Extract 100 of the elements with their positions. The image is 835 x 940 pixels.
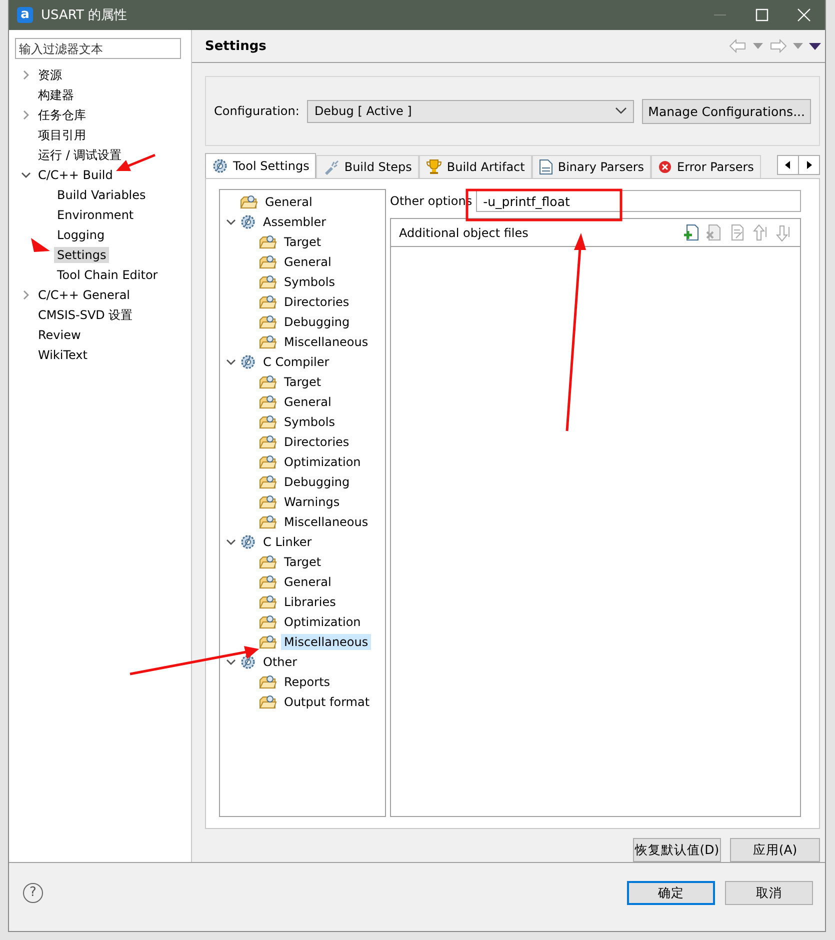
folder-icon	[259, 494, 277, 510]
nav-item[interactable]: 运行 / 调试设置	[35, 146, 125, 164]
chevron-icon[interactable]	[21, 170, 31, 180]
tab[interactable]: Build Steps	[316, 155, 419, 178]
tree-item[interactable]: Target	[281, 374, 324, 390]
tree-item[interactable]: Reports	[281, 674, 334, 690]
nav-item[interactable]: Build Variables	[54, 187, 149, 203]
tab[interactable]: Binary Parsers	[532, 155, 652, 178]
tree-item[interactable]: Miscellaneous	[281, 514, 372, 530]
dialog-button[interactable]: 取消	[725, 881, 813, 905]
tree-item[interactable]: C Compiler	[260, 354, 332, 370]
configuration-label: Configuration:	[214, 104, 300, 118]
tree-item[interactable]: Warnings	[281, 494, 343, 510]
tab[interactable]: Build Artifact	[418, 155, 532, 178]
tree-item[interactable]: Optimization	[281, 614, 364, 630]
help-icon[interactable]: ?	[23, 883, 43, 903]
folder-icon	[259, 454, 277, 470]
tab[interactable]: Error Parsers	[651, 155, 761, 178]
window-title: USART 的属性	[41, 7, 128, 24]
folder-icon	[259, 574, 277, 590]
dropdown-caret-icon[interactable]	[615, 107, 628, 115]
tree-item[interactable]: Directories	[281, 434, 352, 450]
error-icon	[658, 160, 672, 174]
menu-caret-icon[interactable]	[809, 42, 821, 50]
nav-item[interactable]: CMSIS-SVD 设置	[35, 306, 136, 324]
folder-icon	[259, 334, 277, 350]
annotation-arrowhead	[31, 238, 50, 252]
tree-item[interactable]: Libraries	[281, 594, 339, 610]
tree-item[interactable]: Debugging	[281, 314, 353, 330]
folder-icon	[259, 614, 277, 630]
tree-item[interactable]: Debugging	[281, 474, 353, 490]
nav-item[interactable]: WikiText	[35, 347, 90, 363]
nav-item[interactable]: 任务仓库	[35, 106, 89, 124]
manage-configurations-button[interactable]: Manage Configurations...	[642, 98, 811, 124]
chevron-icon[interactable]	[226, 357, 236, 367]
tree-item[interactable]: Assembler	[260, 214, 330, 230]
nav-item[interactable]: 资源	[35, 66, 65, 84]
tree-item[interactable]: Symbols	[281, 274, 338, 290]
tree-item[interactable]: C Linker	[260, 534, 315, 550]
folder-icon	[259, 674, 277, 690]
folder-icon	[259, 394, 277, 410]
maximize-icon[interactable]	[755, 8, 769, 22]
nav-item[interactable]: C/C++ General	[35, 287, 134, 303]
close-icon[interactable]	[797, 8, 811, 22]
chevron-icon[interactable]	[226, 217, 236, 227]
gear-icon	[240, 214, 256, 230]
tree-item[interactable]: Target	[281, 234, 324, 250]
tree-item[interactable]: General	[262, 194, 316, 210]
folder-icon	[259, 414, 277, 430]
nav-item[interactable]: Review	[35, 327, 84, 343]
filter-field[interactable]: 输入过滤器文本	[15, 38, 181, 59]
add-file-icon[interactable]	[682, 224, 700, 242]
folder-icon	[259, 434, 277, 450]
nav-item[interactable]: Settings	[54, 247, 110, 263]
chevron-icon[interactable]	[226, 537, 236, 547]
list-header: Additional object files	[399, 226, 528, 240]
tree-item[interactable]: Output format	[281, 694, 373, 710]
folder-icon	[259, 294, 277, 310]
spray-icon	[323, 159, 340, 175]
folder-icon	[259, 374, 277, 390]
dialog-button[interactable]: 确定	[627, 881, 715, 905]
gear-icon	[212, 158, 228, 174]
folder-icon	[259, 594, 277, 610]
app-logo: a	[17, 7, 33, 23]
tree-item[interactable]: General	[281, 394, 334, 410]
tree-item[interactable]: Symbols	[281, 414, 338, 430]
nav-item[interactable]: Environment	[54, 207, 137, 223]
tree-item[interactable]: Other	[260, 654, 300, 670]
folder-icon	[259, 694, 277, 710]
nav-item[interactable]: 项目引用	[35, 126, 89, 144]
folder-icon	[259, 514, 277, 530]
tree-item[interactable]: Optimization	[281, 454, 364, 470]
folder-icon	[259, 474, 277, 490]
page-button[interactable]: 应用(A)	[730, 838, 820, 862]
nav-item[interactable]: Tool Chain Editor	[54, 267, 161, 283]
page-button[interactable]: 恢复默认值(D)	[633, 838, 721, 862]
object-files-list[interactable]: Additional object files	[390, 218, 801, 817]
folder-icon	[259, 554, 277, 570]
tree-item[interactable]: Directories	[281, 294, 352, 310]
folder-icon	[240, 194, 258, 210]
tree-item[interactable]: Miscellaneous	[281, 634, 372, 650]
nav-item[interactable]: Logging	[54, 227, 108, 243]
nav-item[interactable]: 构建器	[35, 86, 77, 104]
page-title: Settings	[205, 38, 266, 54]
tree-item[interactable]: Target	[281, 554, 324, 570]
tree-item[interactable]: General	[281, 574, 334, 590]
gear-icon	[240, 534, 256, 550]
folder-icon	[259, 634, 277, 650]
tab[interactable]: Tool Settings	[205, 153, 316, 178]
tree-item[interactable]: General	[281, 254, 334, 270]
nav-item[interactable]: C/C++ Build	[35, 167, 116, 183]
document-icon	[538, 159, 553, 175]
trophy-icon	[426, 159, 442, 175]
chevron-icon[interactable]	[226, 657, 236, 667]
folder-icon	[259, 254, 277, 270]
other-options-field[interactable]: -u_printf_float	[476, 190, 801, 212]
folder-icon	[259, 274, 277, 290]
tree-item[interactable]: Miscellaneous	[281, 334, 372, 350]
configuration-dropdown[interactable]: Debug [ Active ]	[307, 100, 634, 122]
folder-icon	[259, 234, 277, 250]
